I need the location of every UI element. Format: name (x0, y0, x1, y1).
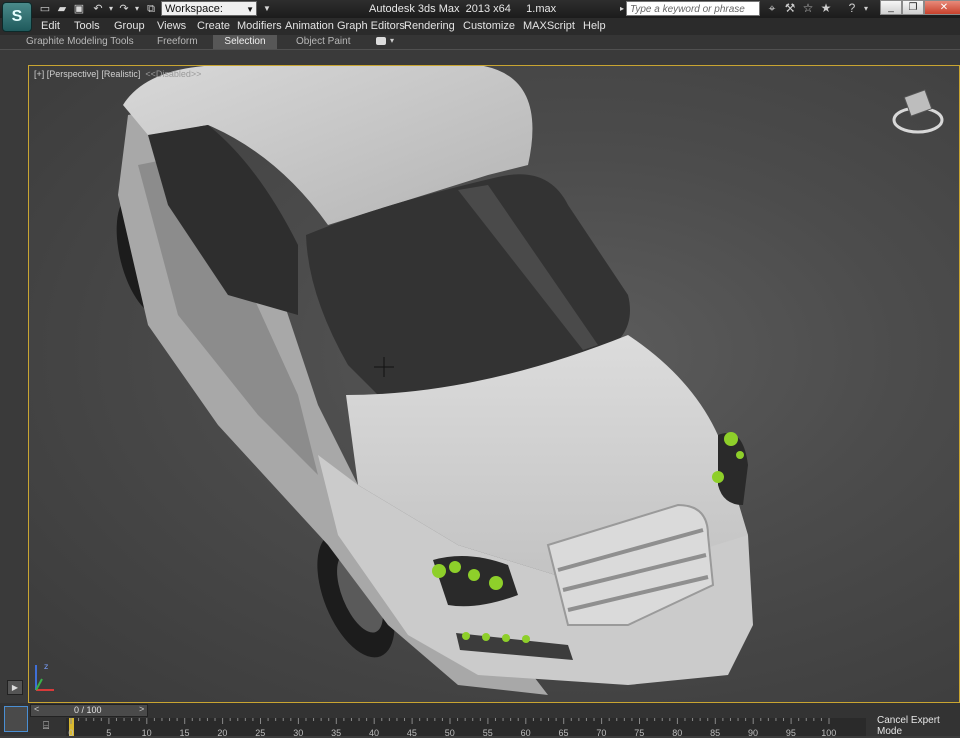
svg-text:z: z (44, 662, 48, 671)
menu-views[interactable]: Views (157, 20, 186, 32)
viewport-menu-plus[interactable]: [+] (34, 69, 44, 79)
time-slider-prev-icon[interactable]: < (34, 704, 39, 714)
tick-label: 70 (596, 728, 607, 738)
open-file-icon[interactable]: ▰ (55, 2, 69, 16)
tick-label: 50 (444, 728, 455, 738)
tick-label: 30 (293, 728, 304, 738)
menu-edit[interactable]: Edit (41, 20, 60, 32)
tab-selection[interactable]: Selection (213, 35, 277, 49)
tab-graphite-modeling-tools[interactable]: Graphite Modeling Tools (26, 36, 134, 47)
restore-button[interactable]: ❐ (902, 0, 924, 15)
tick-label: 35 (331, 728, 342, 738)
customize-qa-dropdown-icon[interactable]: ▼ (260, 2, 274, 16)
favorites-star-icon[interactable]: ★ (818, 1, 834, 16)
menu-modifiers[interactable]: Modifiers (237, 20, 282, 32)
chevron-down-icon: ▼ (246, 5, 254, 14)
viewport-disabled-label[interactable]: <<Disabled>> (145, 69, 201, 79)
left-toolbar (0, 65, 28, 703)
menu-rendering[interactable]: Rendering (404, 20, 455, 32)
menu-tools[interactable]: Tools (74, 20, 100, 32)
tools-icon[interactable]: ⚒ (782, 1, 798, 16)
new-file-icon[interactable]: ▭ (38, 2, 52, 16)
tab-object-paint[interactable]: Object Paint (296, 36, 350, 47)
menu-graph-editors[interactable]: Graph Editors (337, 20, 405, 32)
tick-label: 0 (68, 728, 74, 738)
minimize-button[interactable]: _ (880, 0, 902, 15)
ribbon-dropdown-icon[interactable]: ▾ (390, 36, 394, 45)
viewport-view-label[interactable]: [Perspective] (47, 69, 99, 79)
expand-panel-button[interactable]: ▶ (7, 680, 23, 695)
tick-label: 85 (710, 728, 721, 738)
save-icon[interactable]: ▣ (72, 2, 86, 16)
binoculars-icon[interactable]: ⌖ (764, 1, 780, 16)
tick-label: 95 (785, 728, 796, 738)
ribbon-tabs (0, 35, 960, 49)
redo-dropdown-icon[interactable]: ▾ (130, 2, 144, 16)
search-input[interactable]: Type a keyword or phrase (626, 1, 760, 16)
tick-label: 5 (106, 728, 112, 738)
undo-dropdown-icon[interactable]: ▾ (104, 2, 118, 16)
tick-label: 40 (369, 728, 380, 738)
workspace-dropdown[interactable]: Workspace: Default▼ (161, 1, 257, 30)
menu-maxscript[interactable]: MAXScript (523, 20, 575, 32)
tick-label: 20 (217, 728, 228, 738)
menu-help[interactable]: Help (583, 20, 606, 32)
undo-icon[interactable]: ↶ (91, 2, 105, 16)
help-dropdown-icon[interactable]: ▾ (858, 1, 874, 16)
window-title: Autodesk 3ds Max 2013 x64 1.max (369, 3, 557, 15)
mini-listener-button[interactable] (4, 706, 28, 732)
tick-label: 25 (255, 728, 266, 738)
perspective-viewport[interactable]: z (28, 65, 960, 703)
tick-label: 100 (821, 728, 837, 738)
tick-label: 90 (748, 728, 759, 738)
tick-label: 15 (179, 728, 190, 738)
car-model-render: z (35, 66, 944, 695)
tick-label: 60 (520, 728, 531, 738)
app-logo-button[interactable]: S (2, 2, 32, 32)
redo-icon[interactable]: ↷ (117, 2, 131, 16)
project-folder-icon[interactable]: ⧉ (144, 2, 158, 16)
menu-create[interactable]: Create (197, 20, 230, 32)
time-slider-frame: 0 / 100 (74, 705, 102, 715)
track-bar-icon[interactable]: ⌸ (38, 720, 54, 734)
tick-label: 45 (406, 728, 417, 738)
viewport-shading-label[interactable]: [Realistic] (101, 69, 140, 79)
menu-group[interactable]: Group (114, 20, 145, 32)
ribbon-toggle-icon[interactable] (376, 37, 386, 45)
close-button[interactable]: ✕ (924, 0, 960, 15)
viewport-label[interactable]: [+] [Perspective] [Realistic] <<Disabled… (34, 69, 201, 79)
tick-label: 75 (634, 728, 645, 738)
tick-label: 55 (482, 728, 493, 738)
menu-customize[interactable]: Customize (463, 20, 515, 32)
cancel-expert-mode-button[interactable]: Cancel Expert Mode (877, 715, 960, 737)
menu-animation[interactable]: Animation (285, 20, 334, 32)
tick-label: 65 (558, 728, 569, 738)
tick-label: 80 (672, 728, 683, 738)
time-slider-next-icon[interactable]: > (139, 704, 144, 714)
tick-label: 10 (141, 728, 152, 738)
favorites-icon[interactable]: ☆ (800, 1, 816, 16)
tab-freeform[interactable]: Freeform (157, 36, 198, 47)
ribbon-panel (0, 49, 960, 66)
